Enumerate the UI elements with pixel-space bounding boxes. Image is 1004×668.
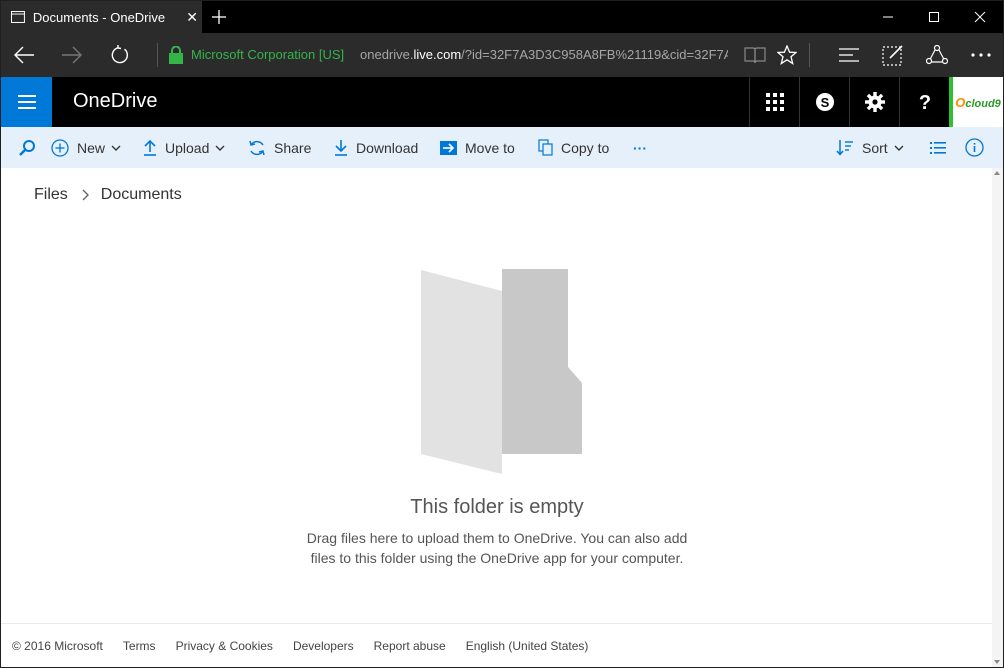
search-icon xyxy=(19,139,35,156)
gear-icon[interactable] xyxy=(849,77,899,127)
lock-icon[interactable] xyxy=(168,46,184,64)
help-icon[interactable]: ? xyxy=(899,77,949,127)
avatar[interactable]: Ocloud9 xyxy=(949,77,1003,127)
footer-language-link[interactable]: English (United States) xyxy=(466,639,589,653)
upload-label: Upload xyxy=(165,139,210,156)
footer-report-abuse-link[interactable]: Report abuse xyxy=(374,639,446,653)
new-label: New xyxy=(77,139,106,156)
sort-label: Sort xyxy=(862,139,888,156)
copy-to-button[interactable]: Copy to xyxy=(538,127,609,168)
close-window-icon[interactable] xyxy=(957,1,1003,33)
refresh-icon[interactable] xyxy=(105,41,135,69)
more-commands-button[interactable]: ··· xyxy=(633,127,647,168)
breadcrumb: Files Documents xyxy=(34,186,182,204)
chevron-down-icon xyxy=(215,145,225,151)
chevron-down-icon xyxy=(894,145,904,151)
move-to-button[interactable]: Move to xyxy=(440,127,515,168)
toolbar-divider xyxy=(809,43,810,67)
page-icon xyxy=(11,11,25,23)
list-view-icon xyxy=(930,141,946,154)
footer-privacy-link[interactable]: Privacy & Cookies xyxy=(176,639,273,653)
info-icon xyxy=(965,138,984,157)
hub-icon[interactable] xyxy=(835,42,863,68)
share-sync-icon xyxy=(249,140,265,155)
svg-text:S: S xyxy=(820,95,829,110)
empty-state-description: Drag files here to upload them to OneDri… xyxy=(306,530,688,566)
empty-state-title: This folder is empty xyxy=(410,496,584,518)
nav-divider xyxy=(157,43,158,67)
view-list-button[interactable] xyxy=(930,127,954,168)
command-bar: New Upload Share Download Move to Copy t… xyxy=(1,127,1003,168)
chevron-down-icon xyxy=(111,145,121,151)
app-title[interactable]: OneDrive xyxy=(73,90,157,113)
url-prefix: onedrive. xyxy=(360,47,414,62)
footer: © 2016 Microsoft Terms Privacy & Cookies… xyxy=(1,623,992,667)
svg-text:?: ? xyxy=(918,92,930,112)
footer-developers-link[interactable]: Developers xyxy=(293,639,354,653)
url-host: live.com xyxy=(413,47,462,62)
app-launcher-icon[interactable] xyxy=(749,77,799,127)
info-pane-button[interactable] xyxy=(965,127,992,168)
tab-title: Documents - OneDrive xyxy=(32,9,166,25)
breadcrumb-files[interactable]: Files xyxy=(34,186,68,204)
more-options-icon[interactable] xyxy=(967,42,995,68)
suite-header: OneDrive S ? Ocloud9 xyxy=(1,77,1003,127)
maximize-icon[interactable] xyxy=(911,1,957,33)
favorite-star-icon[interactable] xyxy=(773,42,801,68)
avatar-logo: Ocloud9 xyxy=(955,94,1001,110)
url-field[interactable]: onedrive.live.com/?id=32F7A3D3C958A8FB%2… xyxy=(360,47,728,62)
download-icon xyxy=(335,140,347,156)
certificate-label[interactable]: Microsoft Corporation [US] xyxy=(191,47,344,62)
share-button[interactable]: Share xyxy=(248,127,311,168)
share-icon[interactable] xyxy=(923,42,951,68)
skype-icon[interactable]: S xyxy=(799,77,849,127)
search-button[interactable] xyxy=(18,127,44,168)
close-tab-icon[interactable]: ✕ xyxy=(182,9,202,26)
footer-terms-link[interactable]: Terms xyxy=(123,639,156,653)
tab-bar: Documents - OneDrive ✕ xyxy=(1,1,1003,33)
scroll-down-icon[interactable] xyxy=(994,660,1000,664)
forward-icon[interactable] xyxy=(57,41,87,69)
url-path: /?id=32F7A3D3C958A8FB%21119&cid=32F7A3 xyxy=(461,47,728,62)
share-label: Share xyxy=(274,139,312,156)
new-button[interactable]: New xyxy=(51,127,129,168)
address-bar-row: Microsoft Corporation [US] onedrive.live… xyxy=(1,33,1003,77)
copy-to-label: Copy to xyxy=(561,139,610,156)
more-label: ··· xyxy=(633,139,647,156)
navigation-menu-icon[interactable] xyxy=(1,77,52,127)
sort-icon xyxy=(836,140,853,156)
upload-icon xyxy=(144,139,156,156)
sort-button[interactable]: Sort xyxy=(836,127,912,168)
browser-tab[interactable]: Documents - OneDrive ✕ xyxy=(1,1,202,33)
browser-window: Documents - OneDrive ✕ Microsoft Corpora… xyxy=(0,0,1004,668)
scroll-up-icon[interactable] xyxy=(994,171,1000,175)
copy-icon xyxy=(538,139,553,156)
move-to-label: Move to xyxy=(465,139,515,156)
breadcrumb-documents: Documents xyxy=(100,186,182,203)
web-note-icon[interactable] xyxy=(879,42,907,68)
reading-view-icon[interactable] xyxy=(741,42,769,68)
scrollbar[interactable] xyxy=(992,168,1003,667)
footer-copyright: © 2016 Microsoft xyxy=(12,638,103,653)
download-label: Download xyxy=(356,139,419,156)
plus-circle-icon xyxy=(51,138,69,157)
back-icon[interactable] xyxy=(9,41,39,69)
empty-folder-icon xyxy=(421,269,582,474)
new-tab-icon[interactable] xyxy=(207,5,231,29)
move-icon xyxy=(440,140,457,155)
minimize-icon[interactable] xyxy=(865,1,911,33)
download-button[interactable]: Download xyxy=(334,127,418,168)
chevron-right-icon xyxy=(82,189,89,201)
upload-button[interactable]: Upload xyxy=(143,127,233,168)
